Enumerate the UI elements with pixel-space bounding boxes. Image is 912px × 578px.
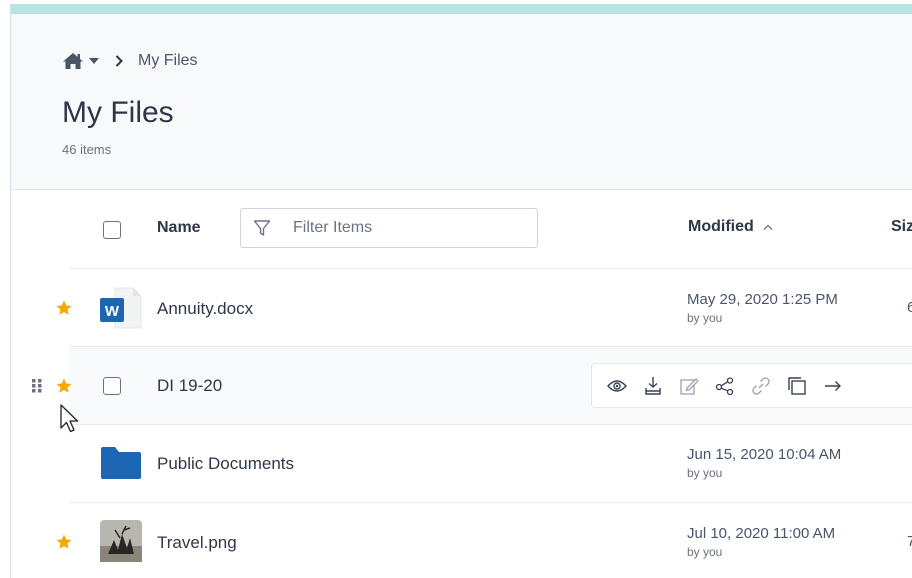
breadcrumb-current[interactable]: My Files [138,52,198,70]
modified-date: May 29, 2020 1:25 PM [687,291,838,308]
item-count: 46 items [62,142,112,157]
image-thumbnail [99,519,143,563]
file-browser: My Files My Files 46 items Name Modified… [10,4,912,578]
folder-icon [99,441,143,485]
file-name[interactable]: Annuity.docx [157,299,253,319]
chevron-right-icon [112,54,126,68]
modified-date: Jul 10, 2020 11:00 AM [687,525,836,542]
chevron-down-icon[interactable] [88,55,100,67]
word-doc-icon: W [99,286,143,330]
modified-label: Modified [688,218,754,235]
modified-by: by you [687,545,723,559]
move-arrow-icon[interactable] [820,373,846,399]
home-icon[interactable] [62,50,84,72]
star-icon[interactable] [55,533,73,551]
page-title: My Files [62,96,174,129]
size-column-header[interactable]: Siz [891,218,912,236]
filter-input[interactable] [291,218,525,238]
modified-date: Jun 15, 2020 10:04 AM [687,446,842,463]
edit-icon[interactable] [676,373,702,399]
breadcrumb: My Files [62,50,198,72]
file-size: 7 [907,533,912,550]
filter-icon [251,217,273,239]
download-icon[interactable] [640,373,666,399]
row-checkbox[interactable] [103,377,121,395]
link-icon[interactable] [748,373,774,399]
copy-icon[interactable] [784,373,810,399]
top-accent-strip [11,4,912,14]
file-name[interactable]: Public Documents [157,454,294,474]
column-header-row: Name Modified Siz [69,190,912,269]
modified-column-header[interactable]: Modified [688,218,774,236]
file-name[interactable]: Travel.png [157,533,237,553]
star-icon[interactable] [55,299,73,317]
star-icon[interactable] [55,377,73,395]
table-row[interactable]: W Annuity.docx May 29, 2020 1:25 PM by y… [56,269,912,347]
select-all-checkbox[interactable] [103,221,121,239]
page-header: My Files My Files 46 items [11,14,912,190]
svg-text:W: W [105,303,120,320]
modified-by: by you [687,311,723,325]
table-row[interactable]: Public Documents Jun 15, 2020 10:04 AM b… [69,425,912,503]
sort-ascending-icon [762,221,774,233]
name-column-header[interactable]: Name [157,219,201,237]
row-action-bar [591,363,912,408]
filter-box [240,208,538,248]
drag-handle-icon[interactable] [30,377,44,395]
file-name[interactable]: DI 19-20 [157,376,222,396]
eye-icon[interactable] [604,373,630,399]
share-icon[interactable] [712,373,738,399]
modified-by: by you [687,466,723,480]
table-row[interactable]: Travel.png Jul 10, 2020 11:00 AM by you … [56,503,912,578]
table-row[interactable]: DI 19-20 [32,347,912,425]
mouse-cursor-icon [60,404,79,433]
file-size: 6 [907,299,912,316]
